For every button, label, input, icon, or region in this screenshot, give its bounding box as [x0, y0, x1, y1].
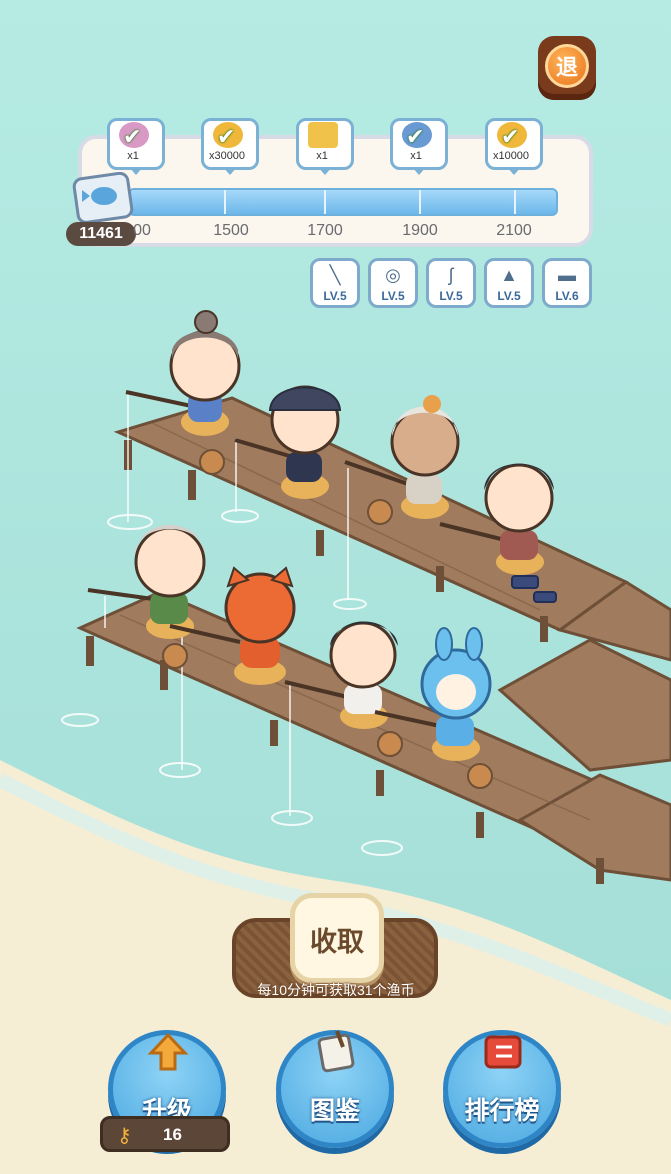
- tool-rod[interactable]: ╲ LV.5: [310, 258, 360, 308]
- tool-boat[interactable]: ▬ LV.6: [542, 258, 592, 308]
- leaderboard-button[interactable]: 排行榜: [443, 1030, 561, 1148]
- tool-reel[interactable]: ◎ LV.5: [368, 258, 418, 308]
- hook-icon: ʃ: [449, 265, 453, 285]
- progress-tick: [324, 190, 326, 214]
- reel-icon: ◎: [385, 265, 401, 285]
- rank-icon: [484, 1035, 522, 1069]
- fish-token-icon: [72, 172, 134, 224]
- claimed-check-icon: ✔: [501, 124, 520, 149]
- milestone-value: 1900: [402, 222, 438, 239]
- arrow-up-icon: [147, 1032, 189, 1071]
- key-icon: ⚷: [117, 1123, 132, 1147]
- milestone-value: 1500: [213, 222, 249, 239]
- progress-tick: [224, 190, 226, 214]
- collect-button-label: 收取: [310, 927, 364, 957]
- leaderboard-button-label: 排行榜: [464, 1097, 540, 1125]
- boat-icon: ▬: [558, 265, 576, 285]
- collect-button[interactable]: 收取: [290, 893, 384, 983]
- progress-tick: [514, 190, 516, 214]
- milestone-progress-fill: [130, 190, 556, 214]
- collect-rate-note: 每10分钟可获取31个渔币: [257, 982, 415, 998]
- claimed-check-icon: ✔: [406, 124, 425, 149]
- book-icon: [317, 1030, 355, 1073]
- milestone-value: 00: [133, 222, 151, 239]
- hat-icon: ▲: [500, 265, 518, 285]
- reward-chip[interactable]: x1: [296, 118, 354, 175]
- reward-chip[interactable]: ✔ x10000: [485, 118, 543, 175]
- exit-button[interactable]: 退: [538, 36, 596, 100]
- key-count: 16: [163, 1125, 182, 1144]
- tool-level: LV.5: [439, 289, 463, 303]
- milestone-value: 1700: [307, 222, 343, 239]
- reward-qty: x1: [316, 150, 328, 162]
- tool-level: LV.5: [497, 289, 521, 303]
- tool-level: LV.5: [323, 289, 347, 303]
- collection-button[interactable]: 图鉴: [276, 1030, 394, 1148]
- claimed-check-icon: ✔: [217, 124, 236, 149]
- tool-hat[interactable]: ▲ LV.5: [484, 258, 534, 308]
- rod-icon: ╲: [329, 265, 341, 285]
- reward-chip[interactable]: ✔ x1: [390, 118, 448, 175]
- reward-qty: x30000: [208, 150, 246, 162]
- tool-level: LV.5: [381, 289, 405, 303]
- tool-hook[interactable]: ʃ LV.5: [426, 258, 476, 308]
- reward-qty: x1: [410, 150, 422, 162]
- tool-level: LV.6: [555, 289, 579, 303]
- key-counter: ⚷ 16: [100, 1116, 230, 1152]
- exit-button-label: 退: [545, 44, 589, 88]
- milestone-value: 2100: [496, 222, 532, 239]
- reward-qty: x1: [127, 150, 139, 162]
- collection-button-label: 图鉴: [309, 1097, 360, 1125]
- reward-chip[interactable]: ✔ x30000: [201, 118, 259, 175]
- reward-qty: x10000: [492, 150, 530, 162]
- progress-tick: [419, 190, 421, 214]
- scroll-icon: [308, 122, 338, 148]
- milestone-progress-bar: [128, 188, 558, 216]
- claimed-check-icon: ✔: [123, 124, 142, 149]
- reward-chip[interactable]: ✔ x1: [107, 118, 165, 175]
